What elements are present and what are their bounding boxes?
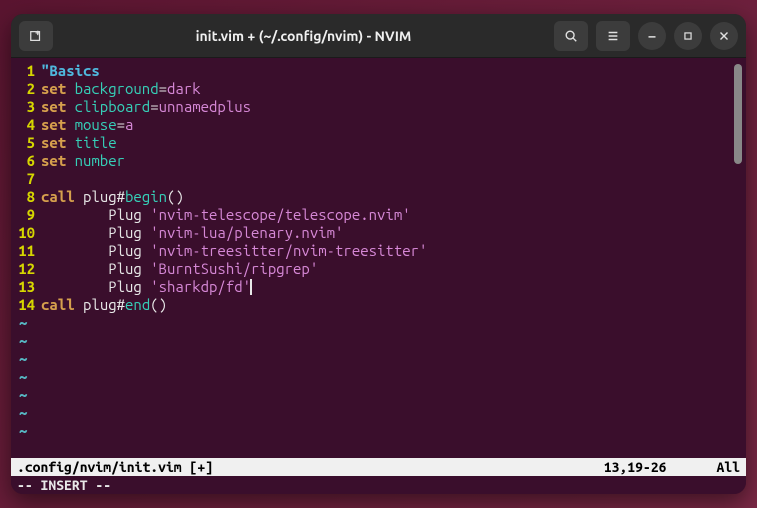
minimize-button[interactable] (638, 22, 666, 50)
code-line[interactable]: 11 Plug 'nvim-treesitter/nvim-treesitter… (11, 242, 746, 260)
mode-line: -- INSERT -- (11, 476, 746, 494)
code-line[interactable]: 13 Plug 'sharkdp/fd' (11, 278, 746, 296)
titlebar: init.vim + (~/.config/nvim) - NVIM (11, 14, 746, 58)
line-number: 1 (11, 62, 41, 80)
line-number: 3 (11, 98, 41, 116)
code-line[interactable]: 3set clipboard=unnamedplus (11, 98, 746, 116)
empty-line-tilde: ~ (11, 422, 746, 440)
menu-button[interactable] (596, 21, 630, 51)
line-number: 6 (11, 152, 41, 170)
editor-area[interactable]: 1"Basics2set background=dark3set clipboa… (11, 58, 746, 458)
code-content: Plug 'nvim-lua/plenary.nvim' (41, 224, 343, 242)
empty-line-tilde: ~ (11, 368, 746, 386)
line-number: 14 (11, 296, 41, 314)
code-content: "Basics (41, 62, 100, 80)
mode-indicator: -- INSERT -- (17, 477, 111, 493)
line-number: 7 (11, 170, 41, 188)
empty-line-tilde: ~ (11, 350, 746, 368)
code-content: set mouse=a (41, 116, 133, 134)
close-icon (717, 29, 731, 43)
line-number: 8 (11, 188, 41, 206)
code-line[interactable]: 7 (11, 170, 746, 188)
code-line[interactable]: 12 Plug 'BurntSushi/ripgrep' (11, 260, 746, 278)
terminal-window: init.vim + (~/.config/nvim) - NVIM 1"Bas… (11, 14, 746, 494)
empty-line-tilde: ~ (11, 386, 746, 404)
code-line[interactable]: 14call plug#end() (11, 296, 746, 314)
code-content: set clipboard=unnamedplus (41, 98, 251, 116)
code-line[interactable]: 10 Plug 'nvim-lua/plenary.nvim' (11, 224, 746, 242)
code-line[interactable]: 6set number (11, 152, 746, 170)
line-number: 5 (11, 134, 41, 152)
code-content: set number (41, 152, 125, 170)
status-position: 13,19-26 (604, 459, 717, 475)
line-number: 13 (11, 278, 41, 296)
code-line[interactable]: 9 Plug 'nvim-telescope/telescope.nvim' (11, 206, 746, 224)
status-percent: All (716, 459, 740, 475)
code-content: set background=dark (41, 80, 201, 98)
scrollbar[interactable] (734, 64, 742, 164)
code-line[interactable]: 8call plug#begin() (11, 188, 746, 206)
close-button[interactable] (710, 22, 738, 50)
code-line[interactable]: 2set background=dark (11, 80, 746, 98)
line-number: 12 (11, 260, 41, 278)
line-number: 2 (11, 80, 41, 98)
code-content: call plug#end() (41, 296, 167, 314)
maximize-icon (681, 29, 695, 43)
search-icon (564, 29, 578, 43)
new-tab-icon (29, 29, 43, 43)
code-line[interactable]: 5set title (11, 134, 746, 152)
maximize-button[interactable] (674, 22, 702, 50)
code-content: Plug 'sharkdp/fd' (41, 278, 252, 296)
status-file: .config/nvim/init.vim [+] (17, 459, 213, 475)
window-title: init.vim + (~/.config/nvim) - NVIM (61, 28, 546, 44)
code-content: set title (41, 134, 117, 152)
code-line[interactable]: 1"Basics (11, 62, 746, 80)
code-content: call plug#begin() (41, 188, 184, 206)
line-number: 10 (11, 224, 41, 242)
status-bar: .config/nvim/init.vim [+] 13,19-26 All (11, 458, 746, 476)
minimize-icon (645, 29, 659, 43)
code-content: Plug 'nvim-telescope/telescope.nvim' (41, 206, 411, 224)
empty-line-tilde: ~ (11, 404, 746, 422)
line-number: 4 (11, 116, 41, 134)
empty-line-tilde: ~ (11, 314, 746, 332)
text-cursor (250, 279, 252, 295)
new-tab-button[interactable] (19, 21, 53, 51)
empty-line-tilde: ~ (11, 332, 746, 350)
code-line[interactable]: 4set mouse=a (11, 116, 746, 134)
line-number: 9 (11, 206, 41, 224)
search-button[interactable] (554, 21, 588, 51)
code-content: Plug 'nvim-treesitter/nvim-treesitter' (41, 242, 427, 260)
hamburger-icon (606, 29, 620, 43)
code-content: Plug 'BurntSushi/ripgrep' (41, 260, 318, 278)
line-number: 11 (11, 242, 41, 260)
